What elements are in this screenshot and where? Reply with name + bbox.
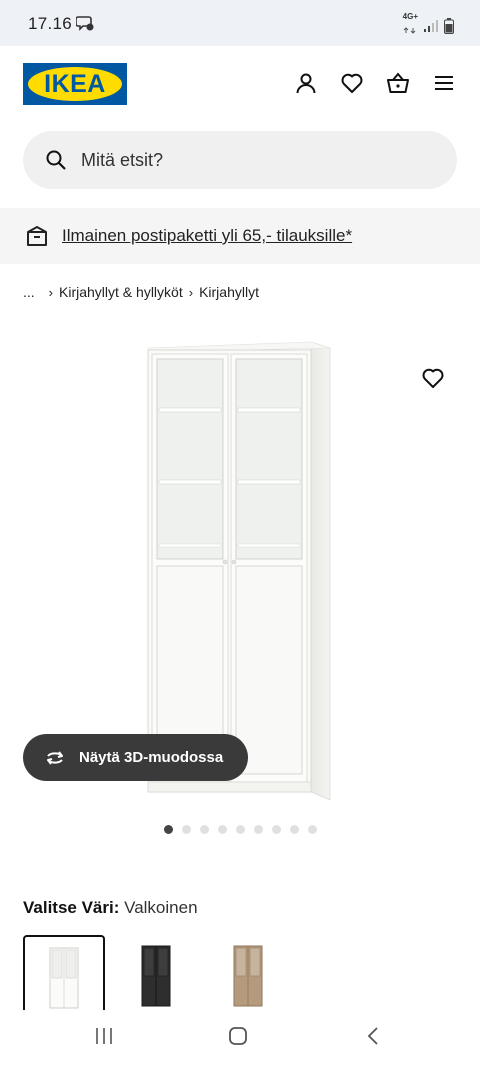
battery-icon bbox=[444, 18, 454, 34]
pagination-dot[interactable] bbox=[163, 825, 173, 834]
logo-oval: IKEA bbox=[28, 67, 122, 101]
status-indicators: 4G+ bbox=[403, 13, 454, 39]
logo-text: IKEA bbox=[44, 69, 106, 98]
add-to-wishlist-heart-icon[interactable] bbox=[421, 366, 445, 390]
search-input[interactable]: Mitä etsit? bbox=[23, 131, 457, 189]
color-value: Valkoinen bbox=[124, 898, 198, 917]
network-indicator: 4G+ bbox=[403, 13, 418, 39]
back-icon[interactable] bbox=[364, 1026, 384, 1046]
promo-banner[interactable]: Ilmainen postipaketti yli 65,- tilauksil… bbox=[0, 208, 480, 264]
color-selector-heading: Valitse Väri: Valkoinen bbox=[23, 898, 198, 918]
status-bar: 17.16 4G+ bbox=[0, 0, 480, 46]
rotate-3d-icon bbox=[47, 750, 63, 765]
user-icon[interactable] bbox=[294, 71, 318, 95]
pagination-dot[interactable] bbox=[253, 825, 263, 834]
swatch-oak[interactable] bbox=[207, 935, 289, 1015]
pagination-dot[interactable] bbox=[181, 825, 191, 834]
chevron-right-icon: › bbox=[48, 284, 54, 300]
signal-icon bbox=[424, 20, 438, 32]
search-placeholder: Mitä etsit? bbox=[81, 149, 164, 170]
ikea-logo[interactable]: IKEA bbox=[23, 63, 127, 105]
network-type: 4G+ bbox=[402, 12, 418, 21]
basket-icon[interactable] bbox=[386, 71, 410, 95]
home-icon[interactable] bbox=[228, 1026, 248, 1046]
package-icon bbox=[27, 226, 47, 246]
white-bookcase-thumbnail bbox=[49, 947, 79, 1009]
swatch-black[interactable] bbox=[115, 935, 197, 1015]
breadcrumb-ellipsis[interactable]: ... bbox=[23, 284, 35, 300]
system-nav-bar bbox=[0, 1010, 480, 1067]
breadcrumb-item-bookcases[interactable]: Kirjahyllyt bbox=[199, 284, 259, 300]
search-icon bbox=[46, 150, 66, 170]
header: IKEA bbox=[0, 46, 480, 124]
status-time: 17.16 bbox=[28, 14, 73, 33]
data-arrows-icon bbox=[403, 27, 416, 34]
view-3d-label: Näytä 3D-muodossa bbox=[79, 749, 224, 766]
chevron-right-icon: › bbox=[188, 284, 194, 300]
pagination-dot[interactable] bbox=[271, 825, 281, 834]
view-3d-button[interactable]: Näytä 3D-muodossa bbox=[23, 734, 248, 781]
swatch-white[interactable] bbox=[23, 935, 105, 1015]
breadcrumb-item-bookcases-shelving[interactable]: Kirjahyllyt & hyllyköt bbox=[59, 284, 183, 300]
pagination-dot[interactable] bbox=[217, 825, 227, 834]
oak-bookcase-thumbnail bbox=[233, 945, 263, 1007]
pagination-dot[interactable] bbox=[289, 825, 299, 834]
header-actions bbox=[294, 71, 456, 95]
color-label: Valitse Väri: bbox=[23, 898, 120, 917]
breadcrumb: ... › Kirjahyllyt & hyllyköt › Kirjahyll… bbox=[23, 284, 259, 300]
color-swatches bbox=[23, 935, 289, 1015]
recent-apps-icon[interactable] bbox=[94, 1026, 114, 1046]
image-pagination bbox=[0, 825, 480, 834]
heart-icon[interactable] bbox=[340, 71, 364, 95]
messenger-notification-icon bbox=[75, 15, 94, 36]
pagination-dot[interactable] bbox=[199, 825, 209, 834]
promo-link[interactable]: Ilmainen postipaketti yli 65,- tilauksil… bbox=[62, 226, 352, 246]
pagination-dot[interactable] bbox=[235, 825, 245, 834]
menu-icon[interactable] bbox=[432, 71, 456, 95]
pagination-dot[interactable] bbox=[307, 825, 317, 834]
black-bookcase-thumbnail bbox=[141, 945, 171, 1007]
